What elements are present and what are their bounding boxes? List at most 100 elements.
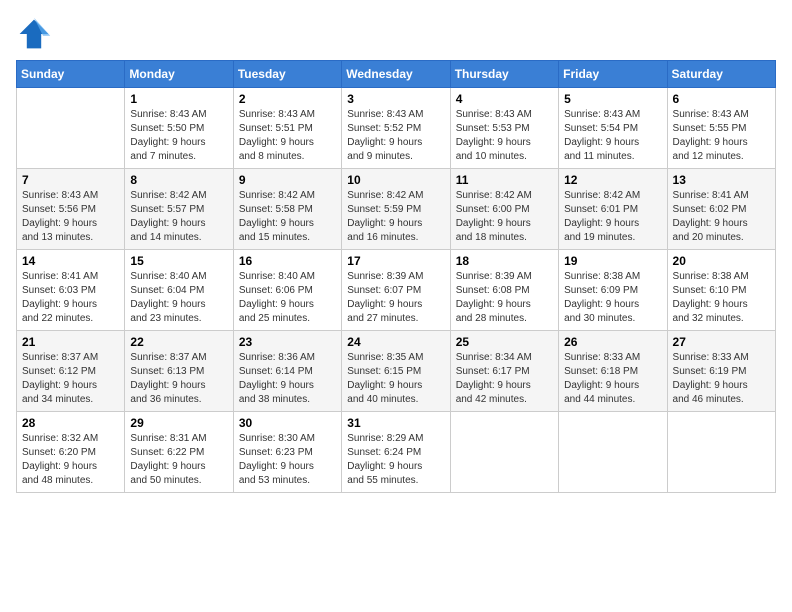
day-number: 24 [347,335,444,349]
day-of-week-friday: Friday [559,61,667,88]
day-info: Sunrise: 8:42 AM Sunset: 6:00 PM Dayligh… [456,189,553,245]
logo-icon [16,16,52,52]
calendar-cell: 26Sunrise: 8:33 AM Sunset: 6:18 PM Dayli… [559,331,667,412]
day-number: 5 [564,92,661,106]
day-number: 22 [130,335,227,349]
day-info: Sunrise: 8:42 AM Sunset: 5:59 PM Dayligh… [347,189,444,245]
day-info: Sunrise: 8:37 AM Sunset: 6:12 PM Dayligh… [22,351,119,407]
day-number: 15 [130,254,227,268]
day-info: Sunrise: 8:39 AM Sunset: 6:08 PM Dayligh… [456,270,553,326]
logo [16,16,56,52]
calendar-cell: 17 Sunrise: 8:39 AM Sunset: 6:07 PM Dayli… [342,250,450,331]
day-info: Sunrise: 8:40 AM Sunset: 6:04 PM Dayligh… [130,270,227,326]
calendar-cell: 30Sunrise: 8:30 AM Sunset: 6:23 PM Dayli… [233,412,341,493]
day-info: Sunrise: 8:38 AM Sunset: 6:10 PM Dayligh… [673,270,770,326]
day-info: Sunrise: 8:39 AM Sunset: 6:07 PM Dayligh… [347,270,444,326]
day-number: 1 [130,92,227,106]
day-number: 25 [456,335,553,349]
day-of-week-thursday: Thursday [450,61,558,88]
calendar-cell: 10 Sunrise: 8:42 AM Sunset: 5:59 PM Dayli… [342,169,450,250]
calendar-cell: 6 Sunrise: 8:43 AM Sunset: 5:55 PM Daylig… [667,88,775,169]
day-number: 12 [564,173,661,187]
calendar-cell: 29Sunrise: 8:31 AM Sunset: 6:22 PM Dayli… [125,412,233,493]
day-info: Sunrise: 8:29 AM Sunset: 6:24 PM Dayligh… [347,432,444,488]
calendar-cell: 22 Sunrise: 8:37 AM Sunset: 6:13 PM Dayli… [125,331,233,412]
calendar-week-4: 21Sunrise: 8:37 AM Sunset: 6:12 PM Dayli… [17,331,776,412]
day-info: Sunrise: 8:43 AM Sunset: 5:54 PM Dayligh… [564,108,661,164]
calendar-cell [450,412,558,493]
page-header [16,16,776,52]
calendar-cell: 27Sunrise: 8:33 AM Sunset: 6:19 PM Dayli… [667,331,775,412]
day-number: 29 [130,416,227,430]
day-info: Sunrise: 8:43 AM Sunset: 5:51 PM Dayligh… [239,108,336,164]
day-number: 3 [347,92,444,106]
calendar-cell: 23 Sunrise: 8:36 AM Sunset: 6:14 PM Dayli… [233,331,341,412]
day-number: 20 [673,254,770,268]
calendar-cell: 15 Sunrise: 8:40 AM Sunset: 6:04 PM Dayli… [125,250,233,331]
day-number: 16 [239,254,336,268]
day-info: Sunrise: 8:42 AM Sunset: 5:57 PM Dayligh… [130,189,227,245]
calendar-cell: 18Sunrise: 8:39 AM Sunset: 6:08 PM Dayli… [450,250,558,331]
day-of-week-wednesday: Wednesday [342,61,450,88]
calendar-cell: 11 Sunrise: 8:42 AM Sunset: 6:00 PM Dayli… [450,169,558,250]
day-info: Sunrise: 8:34 AM Sunset: 6:17 PM Dayligh… [456,351,553,407]
day-info: Sunrise: 8:43 AM Sunset: 5:55 PM Dayligh… [673,108,770,164]
calendar-cell [17,88,125,169]
day-info: Sunrise: 8:30 AM Sunset: 6:23 PM Dayligh… [239,432,336,488]
calendar-cell [667,412,775,493]
day-number: 8 [130,173,227,187]
calendar-week-5: 28 Sunrise: 8:32 AM Sunset: 6:20 PM Dayli… [17,412,776,493]
day-number: 31 [347,416,444,430]
day-number: 4 [456,92,553,106]
day-of-week-saturday: Saturday [667,61,775,88]
calendar-week-1: 1 Sunrise: 8:43 AM Sunset: 5:50 PM Daylig… [17,88,776,169]
day-number: 7 [22,173,119,187]
calendar-cell: 13 Sunrise: 8:41 AM Sunset: 6:02 PM Dayli… [667,169,775,250]
calendar-cell: 21Sunrise: 8:37 AM Sunset: 6:12 PM Dayli… [17,331,125,412]
calendar-cell: 2Sunrise: 8:43 AM Sunset: 5:51 PM Daylig… [233,88,341,169]
calendar-cell: 16 Sunrise: 8:40 AM Sunset: 6:06 PM Dayli… [233,250,341,331]
day-info: Sunrise: 8:43 AM Sunset: 5:56 PM Dayligh… [22,189,119,245]
calendar-cell: 3 Sunrise: 8:43 AM Sunset: 5:52 PM Daylig… [342,88,450,169]
day-number: 6 [673,92,770,106]
day-number: 26 [564,335,661,349]
day-info: Sunrise: 8:43 AM Sunset: 5:52 PM Dayligh… [347,108,444,164]
day-number: 17 [347,254,444,268]
day-info: Sunrise: 8:36 AM Sunset: 6:14 PM Dayligh… [239,351,336,407]
calendar-cell: 20 Sunrise: 8:38 AM Sunset: 6:10 PM Dayli… [667,250,775,331]
calendar-cell: 28 Sunrise: 8:32 AM Sunset: 6:20 PM Dayli… [17,412,125,493]
day-info: Sunrise: 8:43 AM Sunset: 5:53 PM Dayligh… [456,108,553,164]
day-info: Sunrise: 8:42 AM Sunset: 6:01 PM Dayligh… [564,189,661,245]
day-info: Sunrise: 8:37 AM Sunset: 6:13 PM Dayligh… [130,351,227,407]
day-of-week-tuesday: Tuesday [233,61,341,88]
calendar-header: SundayMondayTuesdayWednesdayThursdayFrid… [17,61,776,88]
calendar-cell: 8 Sunrise: 8:42 AM Sunset: 5:57 PM Daylig… [125,169,233,250]
day-info: Sunrise: 8:40 AM Sunset: 6:06 PM Dayligh… [239,270,336,326]
day-info: Sunrise: 8:32 AM Sunset: 6:20 PM Dayligh… [22,432,119,488]
calendar-week-3: 14Sunrise: 8:41 AM Sunset: 6:03 PM Dayli… [17,250,776,331]
day-info: Sunrise: 8:41 AM Sunset: 6:02 PM Dayligh… [673,189,770,245]
day-number: 9 [239,173,336,187]
day-number: 28 [22,416,119,430]
calendar-cell: 31 Sunrise: 8:29 AM Sunset: 6:24 PM Dayli… [342,412,450,493]
calendar-cell [559,412,667,493]
day-number: 10 [347,173,444,187]
day-of-week-monday: Monday [125,61,233,88]
day-number: 13 [673,173,770,187]
day-number: 11 [456,173,553,187]
calendar-cell: 25 Sunrise: 8:34 AM Sunset: 6:17 PM Dayli… [450,331,558,412]
calendar-cell: 24 Sunrise: 8:35 AM Sunset: 6:15 PM Dayli… [342,331,450,412]
day-number: 19 [564,254,661,268]
calendar-cell: 12 Sunrise: 8:42 AM Sunset: 6:01 PM Dayli… [559,169,667,250]
calendar-cell: 5 Sunrise: 8:43 AM Sunset: 5:54 PM Daylig… [559,88,667,169]
day-info: Sunrise: 8:38 AM Sunset: 6:09 PM Dayligh… [564,270,661,326]
calendar-cell: 7 Sunrise: 8:43 AM Sunset: 5:56 PM Daylig… [17,169,125,250]
day-info: Sunrise: 8:35 AM Sunset: 6:15 PM Dayligh… [347,351,444,407]
day-info: Sunrise: 8:41 AM Sunset: 6:03 PM Dayligh… [22,270,119,326]
day-of-week-sunday: Sunday [17,61,125,88]
day-number: 23 [239,335,336,349]
calendar-cell: 4 Sunrise: 8:43 AM Sunset: 5:53 PM Daylig… [450,88,558,169]
day-info: Sunrise: 8:43 AM Sunset: 5:50 PM Dayligh… [130,108,227,164]
calendar-week-2: 7 Sunrise: 8:43 AM Sunset: 5:56 PM Daylig… [17,169,776,250]
calendar-cell: 19 Sunrise: 8:38 AM Sunset: 6:09 PM Dayli… [559,250,667,331]
